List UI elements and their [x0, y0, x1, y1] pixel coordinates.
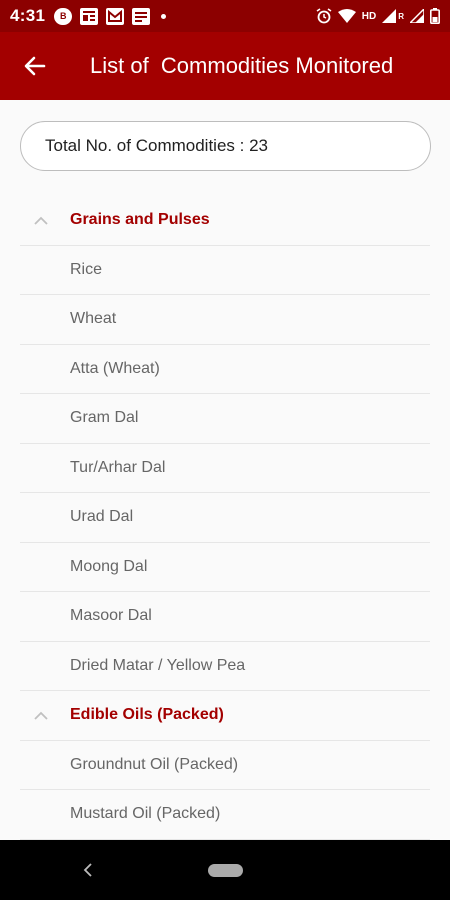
group-title: Edible Oils (Packed)	[70, 706, 224, 724]
list-item[interactable]: Rice	[20, 246, 430, 295]
mail-notification-icon	[105, 7, 125, 25]
list-item[interactable]: Mustard Oil (Packed)	[20, 790, 430, 840]
more-notifications-dot-icon	[161, 13, 167, 19]
alarm-icon	[316, 8, 332, 24]
list-item[interactable]: Urad Dal	[20, 493, 430, 543]
list-item[interactable]: Groundnut Oil (Packed)	[20, 741, 430, 790]
b-badge-letter: B	[54, 7, 73, 25]
nav-home-pill[interactable]	[208, 864, 243, 877]
commodities-content[interactable]: Total No. of Commodities : 23 Grains and…	[0, 100, 450, 840]
group-title: Grains and Pulses	[70, 211, 210, 229]
list-item[interactable]: Tur/Arhar Dal	[20, 444, 430, 493]
signal-2-icon	[410, 9, 424, 23]
group-header-edible-oils[interactable]: Edible Oils (Packed)	[20, 691, 430, 741]
wifi-icon	[337, 9, 356, 23]
list-item[interactable]: Masoor Dal	[20, 592, 430, 642]
group-header-grains-and-pulses[interactable]: Grains and Pulses	[20, 196, 430, 246]
chevron-left-icon	[83, 863, 92, 877]
list-item[interactable]: Gram Dal	[20, 394, 430, 444]
nav-back-button[interactable]	[78, 860, 98, 880]
list-item[interactable]: Wheat	[20, 295, 430, 345]
commodity-list: Grains and Pulses Rice Wheat Atta (Wheat…	[0, 196, 450, 840]
battery-icon	[430, 8, 440, 24]
b-app-notification-icon: B	[53, 7, 73, 25]
list-item[interactable]: Atta (Wheat)	[20, 345, 430, 394]
arrow-left-icon	[24, 56, 46, 76]
list-item[interactable]: Dried Matar / Yellow Pea	[20, 642, 430, 691]
chevron-up-icon	[20, 711, 70, 720]
chevron-up-icon	[20, 216, 70, 225]
system-navigation-bar	[0, 840, 450, 900]
total-commodities-box: Total No. of Commodities : 23	[20, 121, 431, 171]
status-indicators: HD R	[316, 8, 440, 24]
page-title: List of Commodities Monitored	[90, 53, 394, 78]
network-type-label: HD	[361, 10, 377, 22]
roaming-label: R	[398, 11, 404, 21]
total-commodities-label: Total No. of Commodities : 23	[45, 136, 268, 155]
list-item[interactable]: Moong Dal	[20, 543, 430, 592]
status-time: 4:31	[10, 6, 46, 25]
back-button[interactable]	[0, 32, 70, 100]
status-bar: 4:31 B HD R	[0, 0, 450, 32]
news-notification-icon	[79, 7, 99, 25]
document-notification-icon	[131, 7, 151, 25]
app-bar: List of Commodities Monitored	[0, 32, 450, 100]
signal-icon	[382, 9, 397, 23]
